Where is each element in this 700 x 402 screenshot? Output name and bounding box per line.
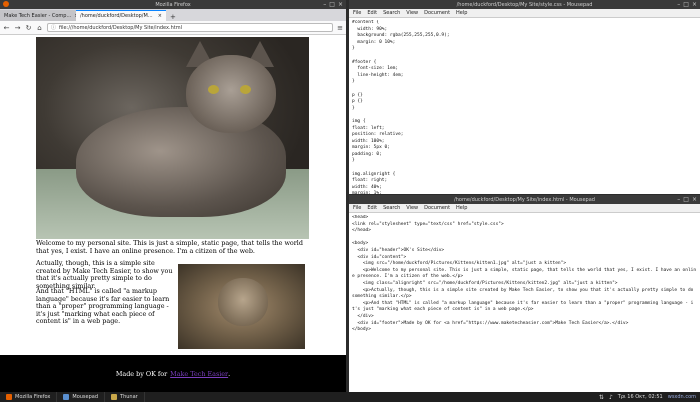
- maximize-icon[interactable]: □: [683, 196, 689, 203]
- mousepad-html-window: /home/duckford/Desktop/My Site/index.htm…: [349, 195, 700, 392]
- url-text: file:///home/duckford/Desktop/My Site/in…: [59, 24, 182, 31]
- tab-index-html[interactable]: /home/duckford/Desktop/M... ×: [76, 10, 166, 21]
- kitten-image-1: [36, 37, 309, 239]
- tab-bar: Make Tech Easier - Comp... × /home/duckf…: [0, 9, 346, 21]
- firefox-icon: [3, 1, 9, 7]
- maximize-icon[interactable]: □: [329, 1, 335, 8]
- taskbar-label: Mozilla Firefox: [15, 394, 51, 400]
- footer-period: .: [228, 369, 231, 378]
- firefox-titlebar[interactable]: Mozilla Firefox – □ ×: [0, 0, 346, 9]
- menu-view[interactable]: View: [406, 205, 418, 211]
- network-icon[interactable]: ⇅: [599, 394, 604, 401]
- menu-edit[interactable]: Edit: [367, 10, 377, 16]
- mousepad-css-window: /home/duckford/Desktop/My Site/style.css…: [349, 0, 700, 194]
- menu-document[interactable]: Document: [424, 205, 450, 211]
- navigation-toolbar: ← → ↻ ⌂ ⓘ file:///home/duckford/Desktop/…: [0, 21, 346, 35]
- kitten-image-2: [178, 264, 305, 349]
- mousepad-css-menubar: File Edit Search View Document Help: [349, 9, 700, 18]
- menu-search[interactable]: Search: [383, 10, 400, 16]
- firefox-icon: [6, 394, 12, 400]
- maximize-icon[interactable]: □: [683, 1, 689, 8]
- taskbar-mousepad[interactable]: Mousepad: [57, 392, 106, 402]
- volume-icon[interactable]: ♪: [609, 394, 613, 401]
- system-tray: ⇅ ♪ Τρι 16 Οκτ, 02:51 wsxdn.com: [599, 394, 700, 401]
- tab-label: Make Tech Easier - Comp...: [4, 12, 72, 19]
- css-editor[interactable]: #content { width: 90%; background: rgba(…: [352, 20, 698, 194]
- mousepad-html-title: /home/duckford/Desktop/My Site/index.htm…: [454, 196, 595, 203]
- close-icon[interactable]: ×: [692, 1, 697, 8]
- tab-close-icon[interactable]: ×: [158, 13, 162, 19]
- clock[interactable]: Τρι 16 Οκτ, 02:51: [618, 394, 663, 400]
- forward-icon[interactable]: →: [14, 24, 21, 32]
- mousepad-css-titlebar[interactable]: /home/duckford/Desktop/My Site/style.css…: [349, 0, 700, 9]
- minimize-icon[interactable]: –: [323, 1, 326, 8]
- menu-help[interactable]: Help: [456, 205, 467, 211]
- taskbar-thunar[interactable]: Thunar: [105, 392, 145, 402]
- folder-icon: [111, 394, 118, 400]
- paragraph-welcome: Welcome to my personal site. This is jus…: [36, 239, 303, 255]
- mousepad-html-titlebar[interactable]: /home/duckford/Desktop/My Site/index.htm…: [349, 195, 700, 204]
- page-footer: Made by OK for Make Tech Easier .: [0, 355, 346, 392]
- html-editor[interactable]: <head> <link rel="stylesheet" type="text…: [352, 215, 698, 392]
- menu-document[interactable]: Document: [424, 10, 450, 16]
- tab-label: /home/duckford/Desktop/M...: [80, 13, 153, 19]
- info-icon[interactable]: ⓘ: [51, 24, 56, 31]
- firefox-window: Mozilla Firefox – □ × Make Tech Easier -…: [0, 0, 346, 392]
- footer-link[interactable]: Make Tech Easier: [170, 370, 228, 378]
- taskbar-label: Thunar: [120, 394, 138, 400]
- watermark: wsxdn.com: [667, 394, 696, 400]
- menu-help[interactable]: Help: [456, 10, 467, 16]
- menu-file[interactable]: File: [353, 205, 361, 211]
- taskbar-label: Mousepad: [72, 394, 99, 400]
- paragraph-actually: Actually, though, this is a simple site …: [36, 259, 173, 290]
- footer-text: Made by OK for: [115, 369, 168, 378]
- window-controls: – □ ×: [677, 1, 697, 8]
- taskbar: Mozilla Firefox Mousepad Thunar ⇅ ♪ Τρι …: [0, 392, 700, 402]
- firefox-window-title: Mozilla Firefox: [155, 1, 191, 8]
- home-icon[interactable]: ⌂: [36, 24, 43, 32]
- close-icon[interactable]: ×: [692, 196, 697, 203]
- paragraph-html: And that "HTML" is called "a markup lang…: [36, 287, 170, 326]
- url-bar[interactable]: ⓘ file:///home/duckford/Desktop/My Site/…: [47, 23, 334, 32]
- close-icon[interactable]: ×: [338, 1, 343, 8]
- menu-file[interactable]: File: [353, 10, 361, 16]
- menu-icon[interactable]: ≡: [337, 24, 343, 32]
- taskbar-firefox[interactable]: Mozilla Firefox: [0, 392, 58, 402]
- mousepad-icon: [63, 394, 70, 400]
- minimize-icon[interactable]: –: [677, 196, 680, 203]
- menu-search[interactable]: Search: [383, 205, 400, 211]
- tab-make-tech-easier[interactable]: Make Tech Easier - Comp... ×: [0, 10, 76, 21]
- menu-edit[interactable]: Edit: [367, 205, 377, 211]
- mousepad-css-title: /home/duckford/Desktop/My Site/style.css…: [456, 1, 593, 8]
- web-page: Welcome to my personal site. This is jus…: [0, 35, 346, 392]
- menu-view[interactable]: View: [406, 10, 418, 16]
- back-icon[interactable]: ←: [3, 24, 10, 32]
- desktop: Mozilla Firefox – □ × Make Tech Easier -…: [0, 0, 700, 402]
- reload-icon[interactable]: ↻: [25, 24, 32, 32]
- window-controls: – □ ×: [323, 1, 343, 8]
- minimize-icon[interactable]: –: [677, 1, 680, 8]
- window-controls: – □ ×: [677, 196, 697, 203]
- new-tab-icon[interactable]: +: [166, 13, 180, 21]
- mousepad-html-menubar: File Edit Search View Document Help: [349, 204, 700, 213]
